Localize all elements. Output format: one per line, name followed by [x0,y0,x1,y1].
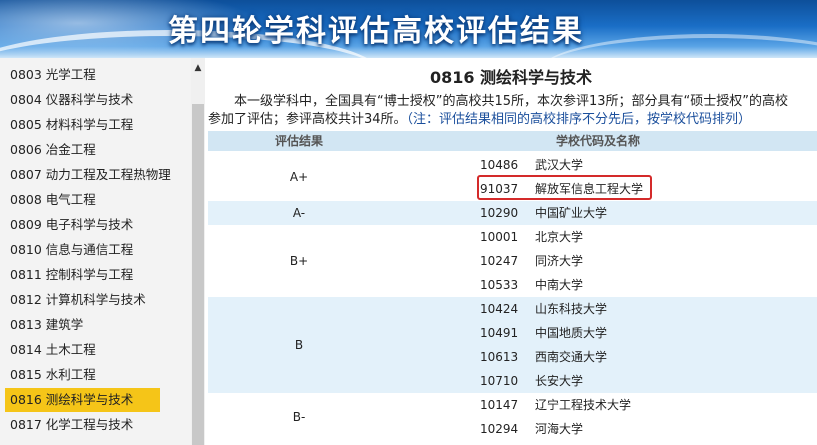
school-name: 同济大学 [535,254,584,268]
grade-group: B+ 10001 北京大学 10247 同济大学 10533 中南大学 [208,225,817,297]
intro-note: （注：评估结果相同的高校排序不分先后，按学校代码排列） [406,112,752,127]
school-name: 河海大学 [535,422,584,436]
table-row: 10486 武汉大学 [470,153,800,177]
sidebar-item[interactable]: 0803 光学工程 [5,63,160,87]
table-row: 10001 北京大学 [470,225,800,249]
school-code: 10147 [480,398,519,412]
sidebar-item[interactable]: 0805 材料科学与工程 [5,113,160,137]
intro-line: 本一级学科中，全国具有“博士授权”的高校共15所，本次参评13所；部分具有“硕士… [234,94,789,109]
sidebar-item[interactable]: 0804 仪器科学与技术 [5,88,160,112]
sidebar-item[interactable]: 0812 计算机科学与技术 [5,288,160,312]
table-row: 10290 中国矿业大学 [470,201,800,225]
sidebar-item[interactable]: 0814 土木工程 [5,338,160,362]
grade-cell: B- [292,410,306,424]
sidebar-item[interactable]: 0809 电子科学与技术 [5,213,160,237]
page-title: 0816 测绘科学与技术 [429,68,593,87]
grade-cell: A- [292,206,306,220]
table-header: 评估结果 学校代码及名称 [208,131,817,151]
table-row: 10710 长安大学 [470,369,800,393]
sidebar-scrollbar[interactable]: ▲ [191,58,205,445]
school-name: 西南交通大学 [535,350,608,364]
school-name: 中国地质大学 [535,326,608,340]
school-code: 10001 [480,230,519,244]
school-name: 辽宁工程技术大学 [535,398,632,412]
school-name: 北京大学 [535,230,584,244]
sidebar-item[interactable]: 0815 水利工程 [5,363,160,387]
school-code: 10294 [480,422,519,436]
grade-cell: B+ [289,254,309,268]
school-code: 10247 [480,254,519,268]
sidebar-item[interactable]: 0806 冶金工程 [5,138,160,162]
table-row: 10424 山东科技大学 [470,297,800,321]
school-code: 10491 [480,326,519,340]
column-header-grade: 评估结果 [274,134,323,148]
sidebar-item[interactable]: 0807 动力工程及工程热物理 [5,163,171,187]
sidebar-item[interactable]: 0808 电气工程 [5,188,160,212]
scroll-up-arrow-icon[interactable]: ▲ [191,58,205,78]
school-name: 山东科技大学 [535,302,608,316]
table-row: 10533 中南大学 [470,273,800,297]
table-row: 10247 同济大学 [470,249,800,273]
school-code: 10486 [480,158,519,172]
banner-title: 第四轮学科评估高校评估结果 [168,14,584,49]
table-row: 10613 西南交通大学 [470,345,800,369]
sidebar-item[interactable]: 0810 信息与通信工程 [5,238,160,262]
grade-cell: A+ [289,170,309,184]
page-banner: 第四轮学科评估高校评估结果 [0,0,817,58]
intro-text: 本一级学科中，全国具有“博士授权”的高校共15所，本次参评13所；部分具有“硕士… [208,93,817,129]
sidebar-item[interactable]: 0817 化学工程与技术 [5,413,160,437]
school-name: 中南大学 [535,278,584,292]
school-code: 10424 [480,302,519,316]
intro-line: 参加了评估；参评高校共计34所。 [208,112,407,127]
school-name: 武汉大学 [535,158,584,172]
highlight-annotation [477,175,652,200]
intro-line-2: 参加了评估；参评高校共计34所。（注：评估结果相同的高校排序不分先后，按学校代码… [208,111,817,129]
table-row: 10491 中国地质大学 [470,321,800,345]
grade-group: A- 10290 中国矿业大学 [208,201,817,225]
grade-group: B 10424 山东科技大学 10491 中国地质大学 10613 西南交通大学 10710 长… [208,297,817,393]
school-name: 长安大学 [535,374,584,388]
school-code: 10613 [480,350,519,364]
sidebar-item[interactable]: 0816 测绘科学与技术 [5,388,160,412]
table-row: 10147 辽宁工程技术大学 [470,393,800,417]
school-code: 10710 [480,374,519,388]
table-row: 10294 河海大学 [470,417,800,441]
scroll-thumb[interactable] [192,104,204,445]
main-content: 0816 测绘科学与技术 本一级学科中，全国具有“博士授权”的高校共15所，本次… [205,58,817,445]
school-code: 10533 [480,278,519,292]
column-header-school: 学校代码及名称 [555,134,640,148]
grade-group: B- 10147 辽宁工程技术大学 10294 河海大学 [208,393,817,441]
grade-cell: B [294,338,304,352]
school-code: 10290 [480,206,519,220]
discipline-sidebar: 0803 光学工程 0804 仪器科学与技术 0805 材料科学与工程 0806 冶金… [0,58,191,445]
school-name: 中国矿业大学 [535,206,608,220]
sidebar-item[interactable]: 0813 建筑学 [5,313,160,337]
sidebar-item[interactable]: 0811 控制科学与工程 [5,263,160,287]
